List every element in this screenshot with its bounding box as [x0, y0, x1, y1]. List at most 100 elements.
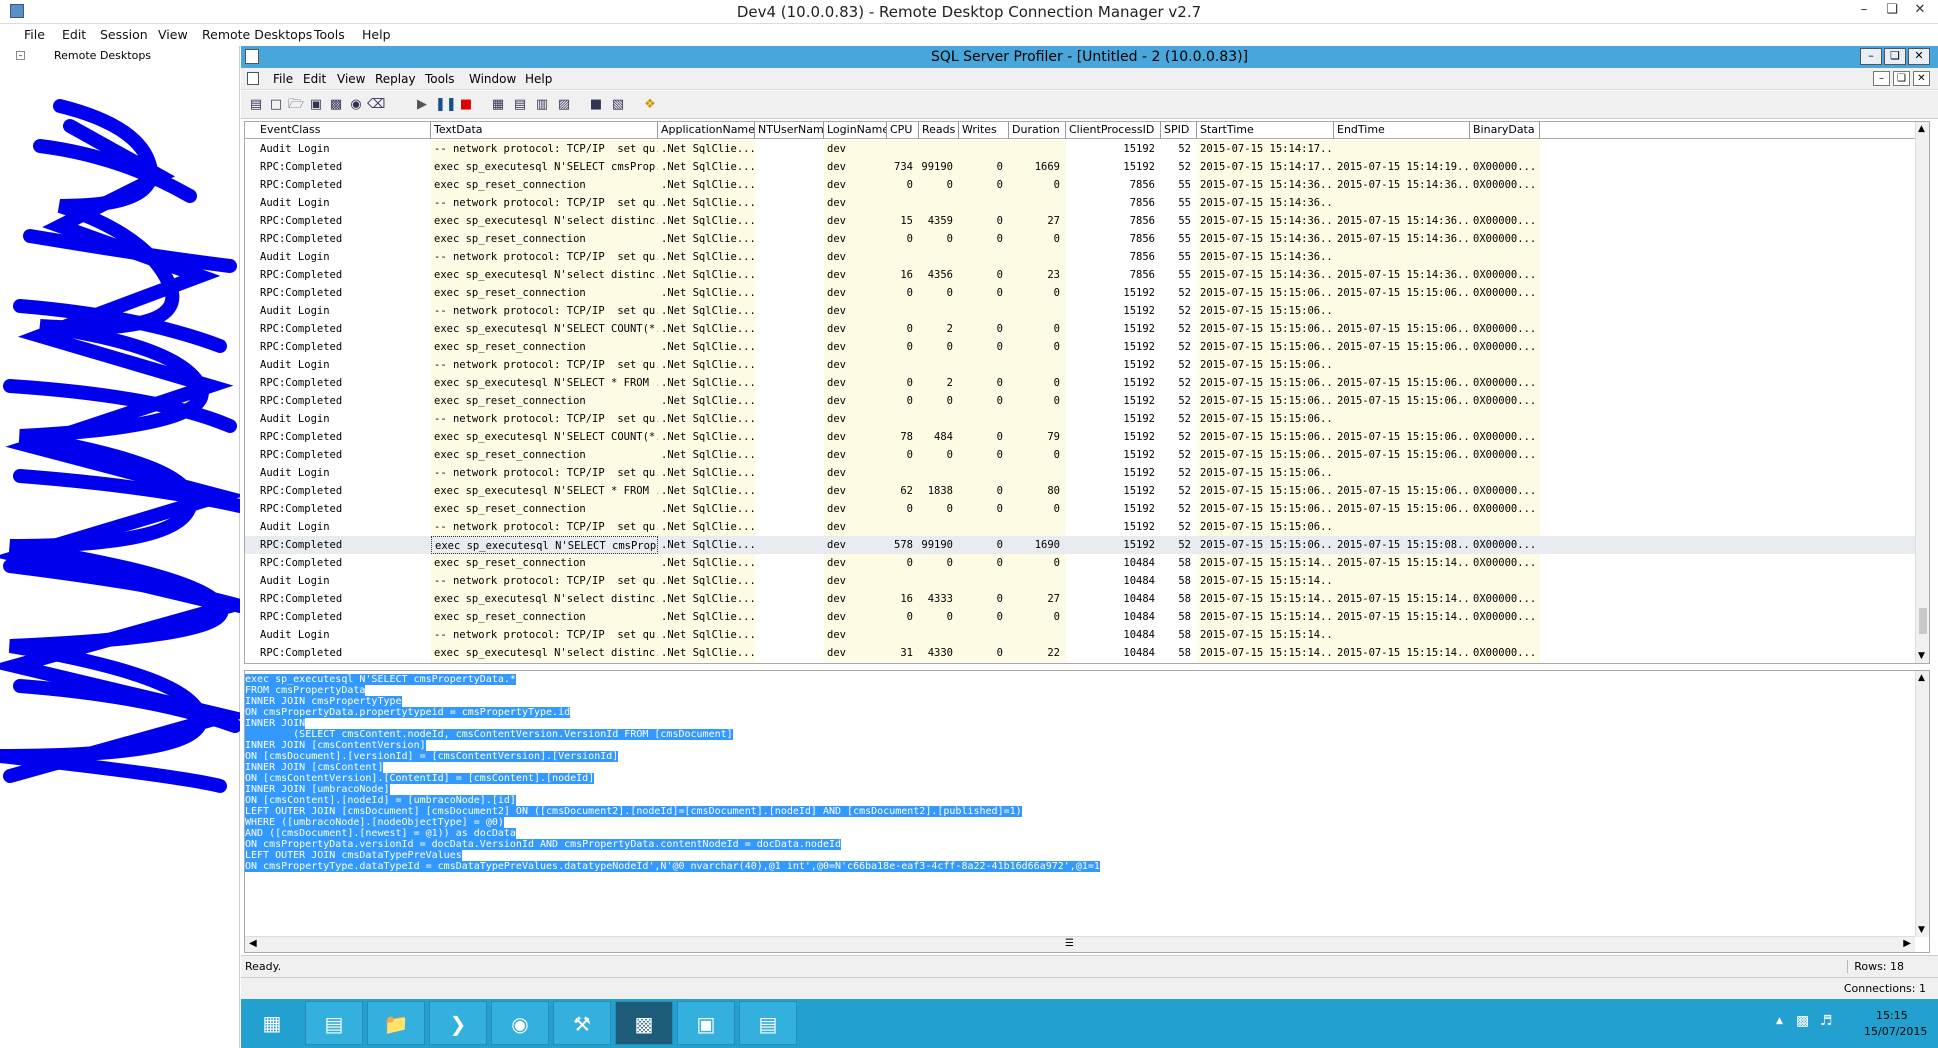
scroll-left-icon[interactable]: ◀ — [249, 938, 257, 949]
remote-desktops-tree[interactable]: – Remote Desktops — [0, 46, 240, 1048]
column-header-application-name[interactable]: ApplicationName — [658, 122, 755, 139]
column-header-writes[interactable]: Writes — [959, 122, 1009, 139]
stop-icon[interactable]: ■ — [457, 96, 475, 114]
outer-menu-edit[interactable]: Edit — [62, 27, 86, 42]
volume-icon[interactable]: ♬ — [1820, 1013, 1833, 1029]
trace-row[interactable]: RPC:Completed exec sp_executesql N'select… — [245, 590, 1917, 608]
powershell-icon[interactable]: ❯ — [429, 1001, 487, 1045]
trace-row[interactable]: Audit Login -- network protocol: TCP/IP s… — [245, 626, 1917, 644]
column-header-binary-data[interactable]: BinaryData — [1470, 122, 1540, 139]
rdcman-icon[interactable]: ▣ — [677, 1001, 735, 1045]
cmd-icon[interactable]: ▩ — [615, 1001, 673, 1045]
trace-row[interactable]: RPC:Completed exec sp_executesql N'select… — [245, 212, 1917, 230]
clock-time[interactable]: 15:15 — [1876, 1009, 1908, 1022]
trace-row[interactable]: RPC:Completed exec sp_executesql N'SELECT… — [245, 374, 1917, 392]
child-minimize-icon[interactable]: – — [1873, 71, 1890, 86]
profiler-menu-replay[interactable]: Replay — [375, 72, 416, 86]
trace-row[interactable]: RPC:Completed exec sp_reset_connection .Ne… — [245, 608, 1917, 626]
trace-row[interactable]: RPC:Completed exec sp_executesql N'select… — [245, 644, 1917, 662]
events-icon[interactable]: ▥ — [533, 96, 551, 114]
trace-row[interactable]: Audit Login -- network protocol: TCP/IP s… — [245, 302, 1917, 320]
collapse-icon[interactable]: – — [16, 51, 25, 60]
scroll-up-icon[interactable]: ▲ — [1918, 124, 1925, 134]
hscroll-grip-icon[interactable]: ☰ — [1065, 938, 1074, 949]
show-hidden-icons[interactable]: ▲ — [1776, 1016, 1783, 1026]
trace-row[interactable]: RPC:Completed exec sp_reset_connection .Ne… — [245, 284, 1917, 302]
save-icon[interactable]: ▣ — [307, 96, 325, 114]
new-trace-icon[interactable]: ▤ — [247, 96, 265, 114]
outer-menu-remote-desktops[interactable]: Remote Desktops — [202, 27, 312, 42]
scroll-down-icon[interactable]: ▼ — [1918, 651, 1925, 661]
trace-row[interactable]: RPC:Completed exec sp_executesql N'SELECT… — [245, 158, 1917, 176]
run-icon[interactable]: ▶ — [413, 96, 431, 114]
grid-vertical-scrollbar[interactable]: ▲ ▼ — [1915, 122, 1929, 663]
restore-icon[interactable]: ❏ — [1878, 0, 1906, 22]
trace-row[interactable]: Audit Login -- network protocol: TCP/IP s… — [245, 248, 1917, 266]
child-restore-icon[interactable]: ❏ — [1893, 71, 1910, 86]
outer-menu-view[interactable]: View — [158, 27, 188, 42]
profiler-menu-edit[interactable]: Edit — [303, 72, 326, 86]
column-header-client-process-id[interactable]: ClientProcessID — [1066, 122, 1161, 139]
column-header-login-name[interactable]: LoginName — [824, 122, 887, 139]
close-icon[interactable]: ✕ — [1906, 0, 1934, 22]
tools-icon[interactable]: ⚒ — [553, 1001, 611, 1045]
column-header-start-time[interactable]: StartTime — [1197, 122, 1334, 139]
scroll-right-icon[interactable]: ▶ — [1903, 938, 1911, 949]
trace-row[interactable]: Audit Login -- network protocol: TCP/IP s… — [245, 518, 1917, 536]
column-header-spid[interactable]: SPID — [1161, 122, 1197, 139]
minimize-icon[interactable]: – — [1850, 0, 1878, 22]
profiler-restore-icon[interactable]: ❏ — [1884, 48, 1906, 65]
activity-monitor-icon[interactable]: ■ — [587, 96, 605, 114]
trace-row[interactable]: RPC:Completed exec sp_executesql N'select… — [245, 266, 1917, 284]
trace-row[interactable]: Audit Login -- network protocol: TCP/IP s… — [245, 140, 1917, 158]
column-header-cpu[interactable]: CPU — [887, 122, 919, 139]
trace-row[interactable]: RPC:Completed exec sp_reset_connection .Ne… — [245, 338, 1917, 356]
trace-row[interactable]: RPC:Completed exec sp_reset_connection .Ne… — [245, 176, 1917, 194]
trace-row[interactable]: RPC:Completed exec sp_reset_connection .Ne… — [245, 554, 1917, 572]
profiler-menu-tools[interactable]: Tools — [425, 72, 455, 86]
detail-horizontal-scrollbar[interactable]: ◀ ☰ ▶ — [245, 936, 1915, 952]
detail-scroll-up-icon[interactable]: ▲ — [1918, 673, 1925, 683]
scroll-thumb[interactable] — [1919, 608, 1927, 634]
column-header-nt-user-name[interactable]: NTUserName — [755, 122, 824, 139]
column-header-text-data[interactable]: TextData — [431, 122, 658, 139]
network-icon[interactable]: ▩ — [1796, 1013, 1809, 1029]
windows-start-icon[interactable]: ▦ — [243, 1001, 301, 1045]
performance-monitor-icon[interactable]: ▧ — [609, 96, 627, 114]
trace-row[interactable]: RPC:Completed exec sp_executesql N'SELECT… — [245, 482, 1917, 500]
template-icon[interactable]: ▦ — [489, 96, 507, 114]
column-header-end-time[interactable]: EndTime — [1334, 122, 1470, 139]
outer-menu-session[interactable]: Session — [100, 27, 148, 42]
pause-icon[interactable]: ❚❚ — [435, 96, 457, 114]
trace-row[interactable]: Audit Login -- network protocol: TCP/IP s… — [245, 572, 1917, 590]
clock-date[interactable]: 15/07/2015 — [1864, 1025, 1927, 1038]
file-explorer-icon[interactable]: 📁 — [367, 1001, 425, 1045]
outer-menu-file[interactable]: File — [24, 27, 45, 42]
trace-row[interactable]: Audit Login -- network protocol: TCP/IP s… — [245, 464, 1917, 482]
trace-row[interactable]: RPC:Completed exec sp_reset_connection .Ne… — [245, 392, 1917, 410]
sql-text[interactable]: exec sp_executesql N'SELECT cmsPropertyD… — [245, 674, 1100, 872]
help-icon[interactable]: ❖ — [641, 96, 659, 114]
clear-icon[interactable]: ⌫ — [367, 96, 385, 114]
server-manager-icon[interactable]: ▤ — [305, 1001, 363, 1045]
profiler-menu-file[interactable]: File — [273, 72, 293, 86]
trace-row[interactable]: Audit Login -- network protocol: TCP/IP s… — [245, 410, 1917, 428]
trace-row[interactable]: RPC:Completed exec sp_executesql N'SELECT… — [245, 428, 1917, 446]
find-icon[interactable]: ◉ — [347, 96, 365, 114]
columns-icon[interactable]: ▤ — [511, 96, 529, 114]
chrome-icon[interactable]: ◉ — [491, 1001, 549, 1045]
trace-row[interactable]: Audit Login -- network protocol: TCP/IP s… — [245, 194, 1917, 212]
trace-row[interactable]: Audit Login -- network protocol: TCP/IP s… — [245, 356, 1917, 374]
profiler-icon[interactable]: ▤ — [739, 1001, 797, 1045]
column-header-duration[interactable]: Duration — [1009, 122, 1066, 139]
trace-grid[interactable]: EventClass TextData ApplicationName NTUserN… — [244, 121, 1930, 664]
child-close-icon[interactable]: ✕ — [1913, 71, 1930, 86]
open-folder-icon[interactable]: 🗁 — [287, 96, 305, 114]
profiler-menu-window[interactable]: Window — [469, 72, 516, 86]
column-header-event-class[interactable]: EventClass — [257, 122, 431, 139]
scroll-icon[interactable]: ▨ — [555, 96, 573, 114]
profiler-close-icon[interactable]: ✕ — [1908, 48, 1930, 65]
trace-row[interactable]: RPC:Completed exec sp_reset_connection .Ne… — [245, 500, 1917, 518]
trace-row[interactable]: RPC:Completed exec sp_executesql N'SELECT… — [245, 536, 1917, 554]
outer-menu-tools[interactable]: Tools — [314, 27, 345, 42]
